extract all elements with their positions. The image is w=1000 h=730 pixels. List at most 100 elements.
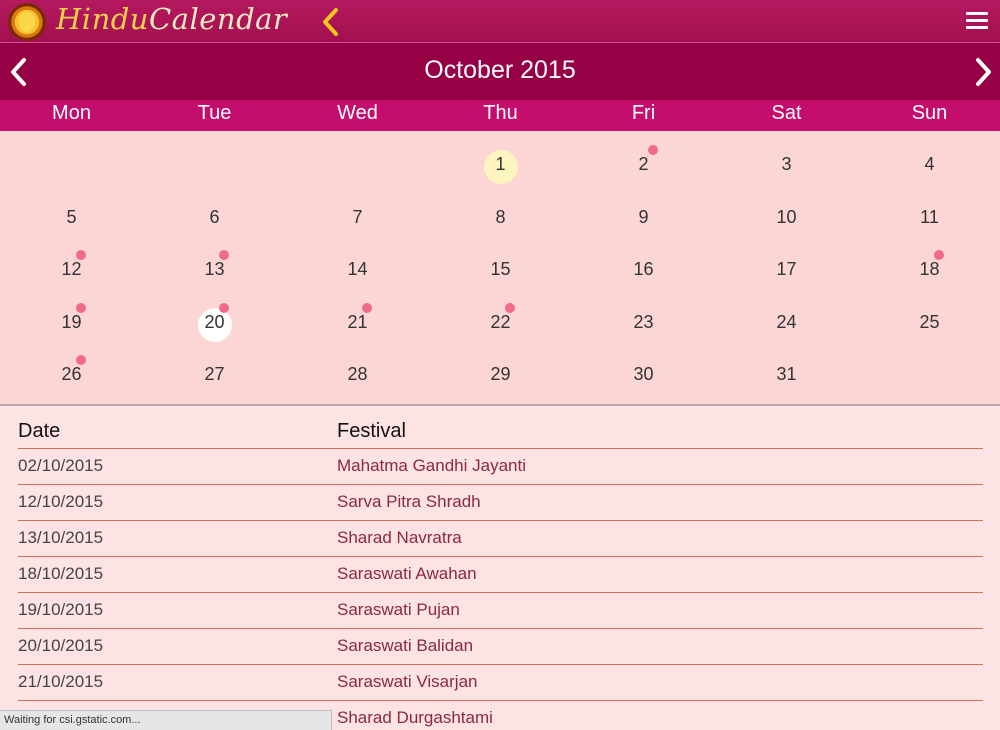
festival-name: Sarva Pitra Shradh	[337, 492, 481, 511]
day-number: 28	[347, 364, 368, 384]
festival-row[interactable]: 18/10/2015 Saraswati Awahan	[18, 557, 983, 593]
day-number: 31	[776, 364, 797, 384]
calendar-day-19[interactable]: 19	[0, 289, 143, 341]
calendar-day-26[interactable]: 26	[0, 341, 143, 393]
festival-row[interactable]: 12/10/2015 Sarva Pitra Shradh	[18, 485, 983, 521]
festival-row[interactable]: 19/10/2015 Saraswati Pujan	[18, 593, 983, 629]
calendar-day-16[interactable]: 16	[572, 236, 715, 288]
column-header-date: Date	[18, 420, 61, 442]
calendar-day-1[interactable]: 1	[429, 131, 572, 184]
festival-date: 20/10/2015	[18, 636, 104, 655]
calendar-day-4[interactable]: 4	[858, 131, 1000, 183]
calendar-day-28[interactable]: 28	[286, 341, 429, 393]
calendar-day-13[interactable]: 13	[143, 236, 286, 288]
day-number: 8	[495, 206, 506, 227]
festival-row[interactable]: 20/10/2015 Saraswati Balidan	[18, 629, 983, 665]
festival-name: Sharad Durgashtami	[337, 708, 493, 727]
festival-row[interactable]: 02/10/2015 Mahatma Gandhi Jayanti	[18, 449, 983, 485]
day-number: 30	[633, 364, 654, 384]
chevron-left-icon[interactable]	[318, 7, 344, 37]
day-number: 5	[66, 206, 77, 227]
calendar-day-14[interactable]: 14	[286, 236, 429, 288]
calendar-day-31[interactable]: 31	[715, 341, 858, 393]
logo-word-calendar: Calendar	[148, 2, 288, 36]
day-number: 19	[61, 311, 82, 332]
calendar-day-9[interactable]: 9	[572, 184, 715, 236]
day-number: 4	[924, 154, 935, 174]
weekday-sun: Sun	[911, 102, 948, 124]
festival-date: 02/10/2015	[18, 456, 104, 475]
day-number: 1	[495, 154, 506, 174]
day-number: 10	[776, 206, 797, 227]
calendar-day-6[interactable]: 6	[143, 184, 286, 236]
festival-name: Saraswati Pujan	[337, 600, 460, 619]
festival-name: Sharad Navratra	[337, 528, 462, 547]
calendar-day-20[interactable]: 20	[143, 289, 286, 342]
calendar-day-5[interactable]: 5	[0, 184, 143, 236]
day-number: 15	[490, 259, 511, 279]
calendar-day-17[interactable]: 17	[715, 236, 858, 288]
festival-row[interactable]: 13/10/2015 Sharad Navratra	[18, 521, 983, 557]
day-number: 14	[347, 259, 368, 279]
browser-status-bar: Waiting for csi.gstatic.com...	[0, 710, 332, 730]
calendar-day-2[interactable]: 2	[572, 131, 715, 183]
day-number: 29	[490, 364, 511, 384]
calendar-day-27[interactable]: 27	[143, 341, 286, 393]
calendar-day-23[interactable]: 23	[572, 289, 715, 341]
hamburger-menu-icon[interactable]	[966, 12, 988, 32]
calendar-day-10[interactable]: 10	[715, 184, 858, 236]
day-number: 2	[638, 154, 649, 174]
day-number: 16	[633, 259, 654, 279]
column-header-festival: Festival	[337, 420, 406, 442]
day-number: 27	[204, 364, 225, 384]
day-number: 22	[490, 311, 511, 332]
calendar-day-29[interactable]: 29	[429, 341, 572, 393]
calendar-day-21[interactable]: 21	[286, 289, 429, 341]
festival-date: 18/10/2015	[18, 564, 104, 583]
day-number: 6	[209, 206, 220, 227]
day-number: 12	[61, 259, 82, 279]
day-number: 11	[920, 206, 939, 227]
festival-date: 13/10/2015	[18, 528, 104, 547]
weekday-thu: Thu	[483, 102, 518, 124]
festival-name: Mahatma Gandhi Jayanti	[337, 456, 526, 475]
app-logo-text: HinduCalendar	[56, 2, 287, 36]
day-number: 23	[633, 311, 654, 332]
calendar-day-12[interactable]: 12	[0, 236, 143, 288]
weekday-tue: Tue	[197, 102, 232, 124]
ganesha-logo-icon	[8, 3, 46, 41]
calendar-day-22[interactable]: 22	[429, 289, 572, 341]
weekday-fri: Fri	[631, 102, 656, 124]
app-header: HinduCalendar	[0, 0, 1000, 43]
next-month-button[interactable]	[971, 57, 995, 87]
calendar-day-8[interactable]: 8	[429, 184, 572, 236]
day-number: 7	[352, 206, 363, 227]
calendar-day-3[interactable]: 3	[715, 131, 858, 183]
calendar-day-7[interactable]: 7	[286, 184, 429, 236]
day-number: 20	[204, 311, 225, 332]
calendar-day-30[interactable]: 30	[572, 341, 715, 393]
calendar-day-24[interactable]: 24	[715, 289, 858, 341]
weekday-sat: Sat	[771, 102, 802, 124]
festival-name: Saraswati Awahan	[337, 564, 477, 583]
day-number: 17	[776, 259, 797, 279]
calendar-day-25[interactable]: 25	[858, 289, 1000, 341]
day-number: 24	[776, 311, 797, 332]
festival-list: Date Festival 02/10/2015 Mahatma Gandhi J…	[0, 406, 1000, 730]
day-number: 9	[638, 206, 649, 227]
month-bar: October 2015	[0, 43, 1000, 100]
festival-name: Saraswati Balidan	[337, 636, 474, 655]
festival-row[interactable]: 21/10/2015 Saraswati Visarjan	[18, 665, 983, 701]
day-number: 18	[919, 259, 940, 279]
day-number: 3	[781, 154, 792, 174]
calendar-day-15[interactable]: 15	[429, 236, 572, 288]
day-number: 13	[204, 259, 225, 279]
festival-date: 19/10/2015	[18, 600, 104, 619]
calendar-day-18[interactable]: 18	[858, 236, 1000, 288]
festival-date: 12/10/2015	[18, 492, 104, 511]
calendar-day-11[interactable]: 11	[858, 184, 1000, 236]
festival-date: 21/10/2015	[18, 672, 104, 691]
logo-word-hindu: Hindu	[56, 2, 149, 36]
weekday-header: Mon Tue Wed Thu Fri Sat Sun	[0, 100, 1000, 131]
month-title: October 2015	[424, 56, 576, 84]
